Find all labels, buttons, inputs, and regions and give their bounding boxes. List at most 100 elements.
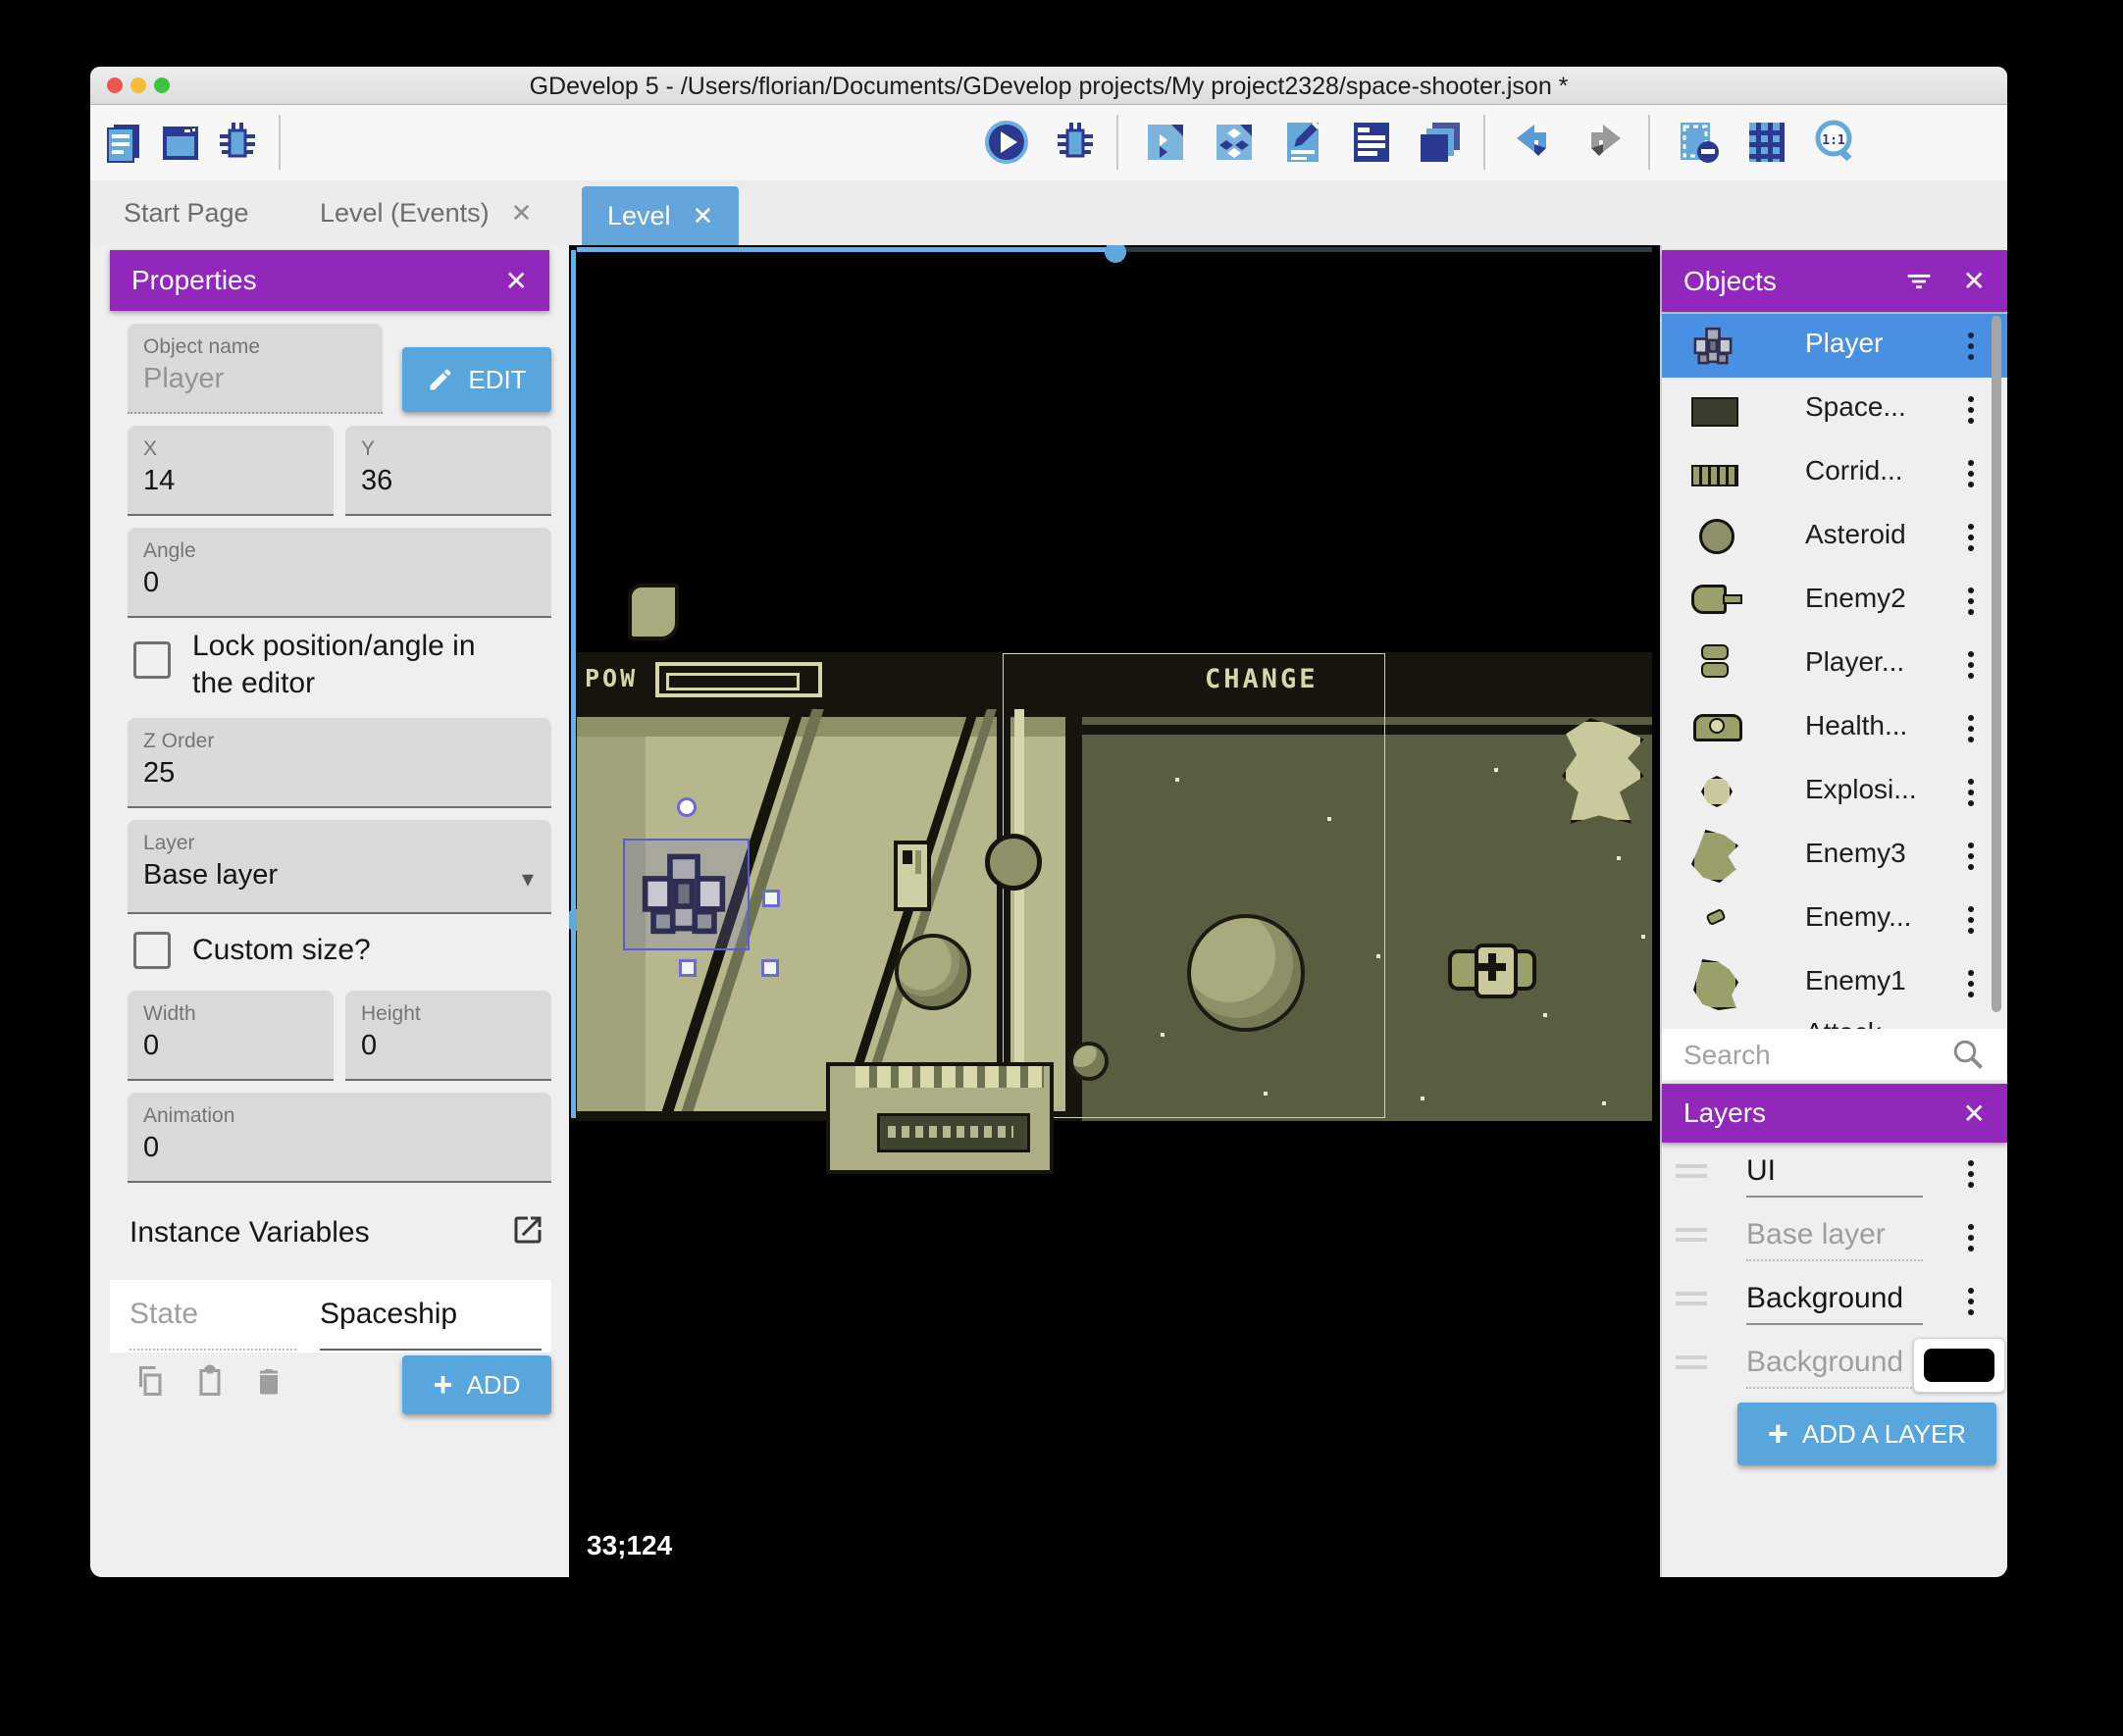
rotate-handle[interactable] <box>677 797 697 817</box>
angle-field[interactable]: Angle 0 <box>128 528 551 618</box>
object-row-explosion[interactable]: Explosi... <box>1662 760 2007 825</box>
add-layer-button[interactable]: + ADD A LAYER <box>1737 1403 1996 1465</box>
object-row-space[interactable]: Space... <box>1662 378 2007 442</box>
drag-handle-icon[interactable] <box>1676 1292 1707 1309</box>
layer-select[interactable]: Layer Base layer ▾ <box>128 820 551 914</box>
width-field[interactable]: Width 0 <box>128 991 334 1081</box>
debug-preview-icon[interactable] <box>1052 119 1099 166</box>
redo-icon[interactable] <box>1579 119 1627 166</box>
paste-icon[interactable] <box>192 1363 228 1399</box>
y-position-field[interactable]: Y 36 <box>345 426 551 516</box>
wall-sprite-icon <box>1691 397 1738 427</box>
object-menu-icon[interactable] <box>1956 454 1986 493</box>
object-row-player-bullet[interactable]: Player... <box>1662 633 2007 697</box>
lock-position-checkbox[interactable] <box>133 641 171 679</box>
layer-menu-icon[interactable] <box>1956 1218 1986 1257</box>
edit-object-button[interactable]: EDIT <box>402 347 551 412</box>
filter-icon[interactable] <box>1902 265 1936 298</box>
object-menu-icon[interactable] <box>1956 645 1986 685</box>
height-field[interactable]: Height 0 <box>345 991 551 1081</box>
layer-row-ui[interactable]: UI <box>1662 1143 2007 1205</box>
variable-value-field[interactable]: Spaceship <box>320 1280 542 1351</box>
tab-level-events[interactable]: Level (Events) ✕ <box>294 180 557 245</box>
corridor-stripe <box>843 709 1004 1121</box>
close-tab-icon[interactable]: ✕ <box>693 201 714 231</box>
scene-properties-icon[interactable] <box>1279 119 1326 166</box>
object-menu-icon[interactable] <box>1956 773 1986 812</box>
zoom-one-to-one-icon[interactable]: 1:1 <box>1812 119 1859 166</box>
add-object-icon[interactable] <box>1142 119 1189 166</box>
search-input[interactable] <box>1682 1035 1931 1076</box>
preview-window-icon[interactable] <box>157 119 204 166</box>
resize-handle-right[interactable] <box>762 890 780 907</box>
close-objects-panel-icon[interactable]: ✕ <box>1963 265 2007 297</box>
objects-list-scrollbar[interactable] <box>1992 316 2001 1012</box>
drag-handle-icon[interactable] <box>1676 1355 1707 1373</box>
z-order-field[interactable]: Z Order 25 <box>128 718 551 808</box>
object-row-asteroid[interactable]: Asteroid <box>1662 505 2007 570</box>
object-menu-icon[interactable] <box>1956 390 1986 430</box>
search-icon[interactable] <box>1950 1037 1986 1072</box>
object-menu-icon[interactable] <box>1956 837 1986 876</box>
vertical-scrollbar[interactable] <box>571 250 576 1118</box>
delete-icon[interactable] <box>251 1363 286 1399</box>
object-menu-icon[interactable] <box>1956 327 1986 366</box>
layer-menu-icon[interactable] <box>1956 1282 1986 1321</box>
object-menu-icon[interactable] <box>1956 964 1986 1003</box>
object-row-enemy3[interactable]: Enemy3 <box>1662 824 2007 889</box>
grid-icon[interactable] <box>1743 119 1790 166</box>
edit-events-icon[interactable] <box>1348 119 1395 166</box>
copy-icon[interactable] <box>133 1363 169 1399</box>
object-menu-icon[interactable] <box>1956 582 1986 621</box>
horizontal-scrollbar-track[interactable] <box>1123 247 1652 252</box>
undo-icon[interactable] <box>1511 119 1558 166</box>
layer-row-background[interactable]: Background <box>1662 1270 2007 1333</box>
object-row-health[interactable]: Health... <box>1662 696 2007 761</box>
object-row-enemy1[interactable]: Enemy1 <box>1662 951 2007 1016</box>
object-row-enemy-bullet[interactable]: Enemy... <box>1662 888 2007 952</box>
play-preview-icon[interactable] <box>983 119 1030 166</box>
object-menu-icon[interactable] <box>1956 709 1986 748</box>
layer-row-background-color[interactable]: Background <box>1662 1334 2007 1393</box>
background-color-swatch[interactable] <box>1913 1338 2005 1393</box>
close-properties-icon[interactable]: ✕ <box>505 265 549 297</box>
close-tab-icon[interactable]: ✕ <box>511 198 533 229</box>
instances-list-icon[interactable] <box>1417 119 1464 166</box>
open-in-new-icon[interactable] <box>510 1212 545 1248</box>
object-row-corridor[interactable]: Corrid... <box>1662 441 2007 506</box>
drag-handle-icon[interactable] <box>1676 1164 1707 1182</box>
resize-handle-bottom[interactable] <box>679 959 697 977</box>
layer-field-underline <box>1746 1196 1923 1198</box>
selected-instance-box[interactable] <box>623 839 750 950</box>
add-variable-button[interactable]: + ADD <box>402 1355 551 1414</box>
main-toolbar: 1:1 <box>90 105 2007 181</box>
tab-level-label: Level <box>607 200 671 230</box>
drag-handle-icon[interactable] <box>1676 1228 1707 1246</box>
debugger-icon[interactable] <box>214 119 261 166</box>
object-menu-icon[interactable] <box>1956 900 1986 940</box>
object-groups-icon[interactable] <box>1211 119 1258 166</box>
object-menu-icon[interactable] <box>1956 518 1986 557</box>
animation-field[interactable]: Animation 0 <box>128 1093 551 1183</box>
variable-name-field[interactable]: State <box>129 1280 296 1351</box>
player-ship-sprite[interactable] <box>637 848 731 937</box>
scene-canvas[interactable]: POW CHANGE 33;124 <box>569 245 1660 1577</box>
tab-start-page[interactable]: Start Page <box>98 180 275 245</box>
horizontal-scrollbar[interactable] <box>577 247 1123 252</box>
object-row-enemy2[interactable]: Enemy2 <box>1662 569 2007 634</box>
x-position-field[interactable]: X 14 <box>128 426 334 516</box>
project-manager-icon[interactable] <box>100 119 147 166</box>
layer-row-base-layer[interactable]: Base layer <box>1662 1206 2007 1269</box>
instance-variable-row[interactable]: State Spaceship <box>110 1280 551 1353</box>
height-field-value: 0 <box>361 1030 378 1061</box>
deselect-instances-icon[interactable] <box>1675 119 1722 166</box>
resize-handle-corner[interactable] <box>761 959 779 977</box>
close-layers-panel-icon[interactable]: ✕ <box>1963 1098 2007 1130</box>
title-bar: GDevelop 5 - /Users/florian/Documents/GD… <box>90 67 2007 105</box>
custom-size-checkbox[interactable] <box>133 932 171 969</box>
x-field-value: 14 <box>143 465 176 496</box>
tab-level[interactable]: Level ✕ <box>582 186 740 245</box>
horizontal-scrollbar-thumb[interactable] <box>1105 245 1126 263</box>
layer-menu-icon[interactable] <box>1956 1154 1986 1194</box>
object-row-player[interactable]: Player <box>1662 314 2007 379</box>
